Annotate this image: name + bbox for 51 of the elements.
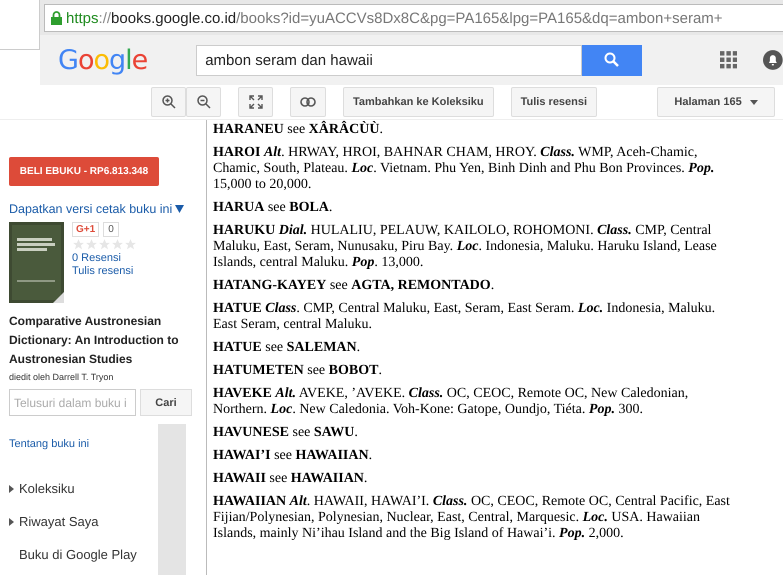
apps-grid-icon[interactable] [720,51,738,69]
dictionary-entry: HAWAIIAN Alt. HAWAII, HAWAI’I. Class. OC, CEOC, Remote OC, Central Pacific, East Fijian/Polynesian, Polynesian, Nuclear, East, Central, Marquesic. Loc. USA. Hawaiian Islands, mainly Ni’ihau Island and the Big Island of Hawai’i. Pop. 2,000. [213,494,731,542]
blank-panel [0,0,40,50]
caret-icon [750,100,758,104]
page-select[interactable]: Halaman 165 [657,87,776,117]
fullscreen-icon [248,95,262,109]
plus-one-count: 0 [103,222,119,237]
expand-triangle-icon [9,484,14,492]
zoom-in-button[interactable] [151,87,186,117]
search-button[interactable] [582,44,642,76]
notification-bell-icon[interactable] [763,50,783,70]
dictionary-entry: HAROI Alt. HRWAY, HROI, BAHNAR CHAM, HROY. Class. WMP, Aceh-Chamic, Chamic, South, Plateau. Loc. Vietnam. Phu Yen, Binh Dinh and Phu Bon Provinces. Pop. 15,000 to 20,000. [213,145,716,193]
search-in-book-field[interactable]: Telusuri dalam buku i [9,389,136,416]
dictionary-entry: HAWAII see HAWAIIAN. [213,471,368,487]
zoom-out-icon [196,95,210,109]
menu-item[interactable]: Buku di Google Play [9,538,150,571]
menu-item[interactable]: Koleksiku [9,472,150,505]
dictionary-entry: HAVEKE Alt. AVEKE, ’AVEKE. Class. OC, CEOC, Remote OC, New Caledonian, Northern. Loc. New Caledonia. Voh-Kone: Gatope, Oundjo, Tiéta. Pop. 300. [213,386,690,418]
zoom-in-icon [162,95,176,109]
dictionary-entry: HATUMETEN see BOBOT. [213,363,383,379]
reviews-link[interactable]: 0 Resensi [72,252,137,264]
plus-one-button[interactable]: G+1 [72,222,100,237]
dictionary-entry: HATANG-KAYEY see AGTA, REMONTADO. [213,278,496,294]
url-text: https://books.google.co.id/books?id=yuACCVs8Dx8C&pg=PA165&lpg=PA165&dq=ambon+seram+ [66,10,723,26]
zoom-out-button[interactable] [186,87,221,117]
lock-icon [51,11,62,25]
search-icon [604,52,620,68]
link-icon [300,97,316,107]
link-button[interactable] [290,87,326,117]
caret-icon [175,205,184,213]
buy-ebook-button[interactable]: BELI EBUKU - RP6.813.348 [9,157,159,186]
fullscreen-button[interactable] [238,87,273,117]
dictionary-entry: HARANEU see XÂRÂCÙÙ. [213,122,384,138]
print-version-link[interactable]: Dapatkan versi cetak buku ini [9,202,198,216]
book-editor: diedit oleh Darrell T. Tryon [9,372,114,382]
dictionary-entry: HAVUNESE see SAWU. [213,425,359,441]
dictionary-entry: HARUA see BOLA. [213,200,334,216]
dictionary-entry: HATUE Class. CMP, Central Maluku, East, Seram, East Seram. Loc. Indonesia, Maluku. East Seram, central Maluku. [213,301,716,333]
dictionary-entry: HARUKU Dial. HULALIU, PELAUW, KAILOLO, ROHOMONI. Class. CMP, Central Maluku, East, Seram, Nunusaku, Piru Bay. Loc. Indonesia, Maluku. Haruku Island, Lease Islands, central Maluku. Pop. 13,000. [213,223,718,271]
about-book-link[interactable]: Tentang buku ini [9,438,150,450]
toolbar-button[interactable]: Tambahkan ke Koleksiku [343,87,494,117]
write-review-link[interactable]: Tulis resensi [72,265,137,277]
menu-item[interactable]: Riwayat Saya [9,505,150,538]
search-field[interactable]: ambon seram dan hawaii [196,44,582,76]
toolbar-button[interactable]: Tulis resensi [510,87,598,117]
dictionary-entry: HATUE see SALEMAN. [213,340,362,356]
expand-triangle-icon [9,518,14,526]
search-in-book-button[interactable]: Cari [140,389,192,416]
address-bar[interactable]: https://books.google.co.id/books?id=yuACCVs8Dx8C&pg=PA165&lpg=PA165&dq=ambon+seram+ [44,4,783,32]
book-title: Comparative Austronesian Dictionary: An Introduction to Austronesian Studies [9,313,180,368]
dictionary-entry: HAWAI’I see HAWAIIAN. [213,448,374,464]
